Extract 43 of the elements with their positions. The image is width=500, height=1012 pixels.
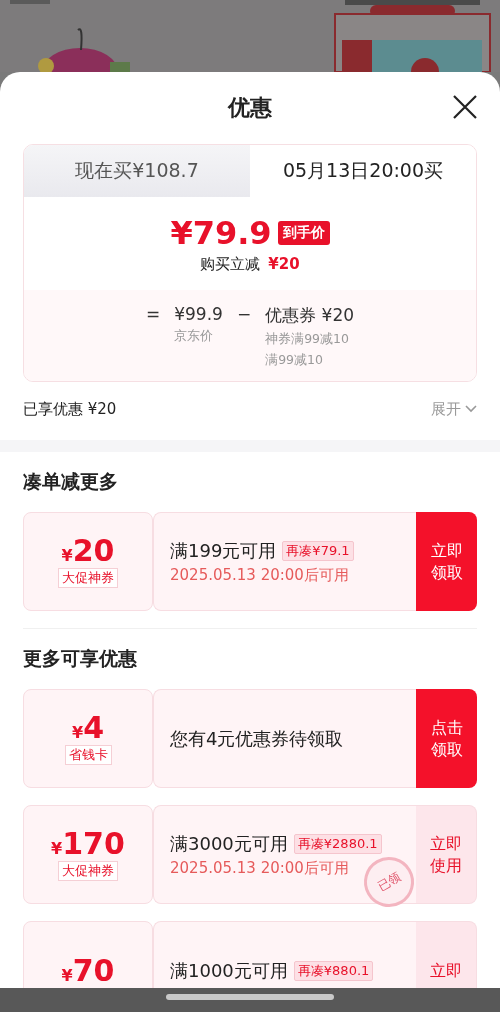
chevron-down-icon xyxy=(465,405,477,413)
coupon-condition: 满199元可用 xyxy=(170,538,277,563)
coupon-condition: 您有4元优惠券待领取 xyxy=(170,726,344,751)
coupon-amount: 20 xyxy=(72,535,115,566)
base-price: ¥99.9 xyxy=(174,304,223,324)
coupon-action-button[interactable]: 立即 xyxy=(416,921,477,988)
coupon-amount: 70 xyxy=(72,955,115,986)
coupon-discount: 优惠券 ¥20 xyxy=(265,304,354,327)
coupon-note: 神券满99减10 xyxy=(265,331,350,348)
savings-summary: 已享优惠 ¥20 xyxy=(23,399,117,419)
final-price: ¥79.9 xyxy=(170,217,272,249)
equals-sign: = xyxy=(146,304,161,326)
valid-date: 2025.05.13 20:00后可用 xyxy=(170,565,350,585)
coupon-condition: 满3000元可用 xyxy=(170,831,288,856)
price-badge: 到手价 xyxy=(277,221,330,245)
minus-sign: − xyxy=(236,304,252,326)
coupon-action-button[interactable]: 立即使用 xyxy=(416,805,477,904)
currency-sign: ¥ xyxy=(61,965,73,985)
coupon-amount: 4 xyxy=(83,712,104,743)
coupon-condition: 满1000元可用 xyxy=(170,958,288,983)
coupon-type-tag: 大促神券 xyxy=(58,567,118,588)
discount-label: 购买立减 xyxy=(200,255,261,274)
coupon-type-tag: 大促神券 xyxy=(58,860,118,881)
section-title: 更多可享优惠 xyxy=(23,646,138,671)
close-icon[interactable] xyxy=(452,94,478,120)
top-up-badge: 再凑¥880.1 xyxy=(293,960,374,981)
valid-date: 2025.05.13 20:00后可用 xyxy=(170,858,350,878)
discount-amount: ¥20 xyxy=(268,255,300,274)
base-price-label: 京东价 xyxy=(174,328,215,345)
sheet-title: 优惠 xyxy=(228,94,272,122)
top-up-badge: 再凑¥79.1 xyxy=(282,540,354,561)
coupon-amount: 170 xyxy=(62,828,125,859)
expand-link[interactable]: 展开 xyxy=(431,399,477,419)
section-title: 凑单减更多 xyxy=(23,469,119,494)
currency-sign: ¥ xyxy=(51,838,63,858)
coupon-action-button[interactable]: 点击领取 xyxy=(416,689,477,788)
currency-sign: ¥ xyxy=(72,722,84,742)
currency-sign: ¥ xyxy=(61,545,73,565)
coupon-note: 满99减10 xyxy=(265,352,324,369)
coupon-action-button[interactable]: 立即领取 xyxy=(416,512,477,611)
coupon-type-tag: 省钱卡 xyxy=(64,744,112,765)
date-tab[interactable]: 现在买¥108.7 xyxy=(24,145,250,197)
top-up-badge: 再凑¥2880.1 xyxy=(293,833,382,854)
